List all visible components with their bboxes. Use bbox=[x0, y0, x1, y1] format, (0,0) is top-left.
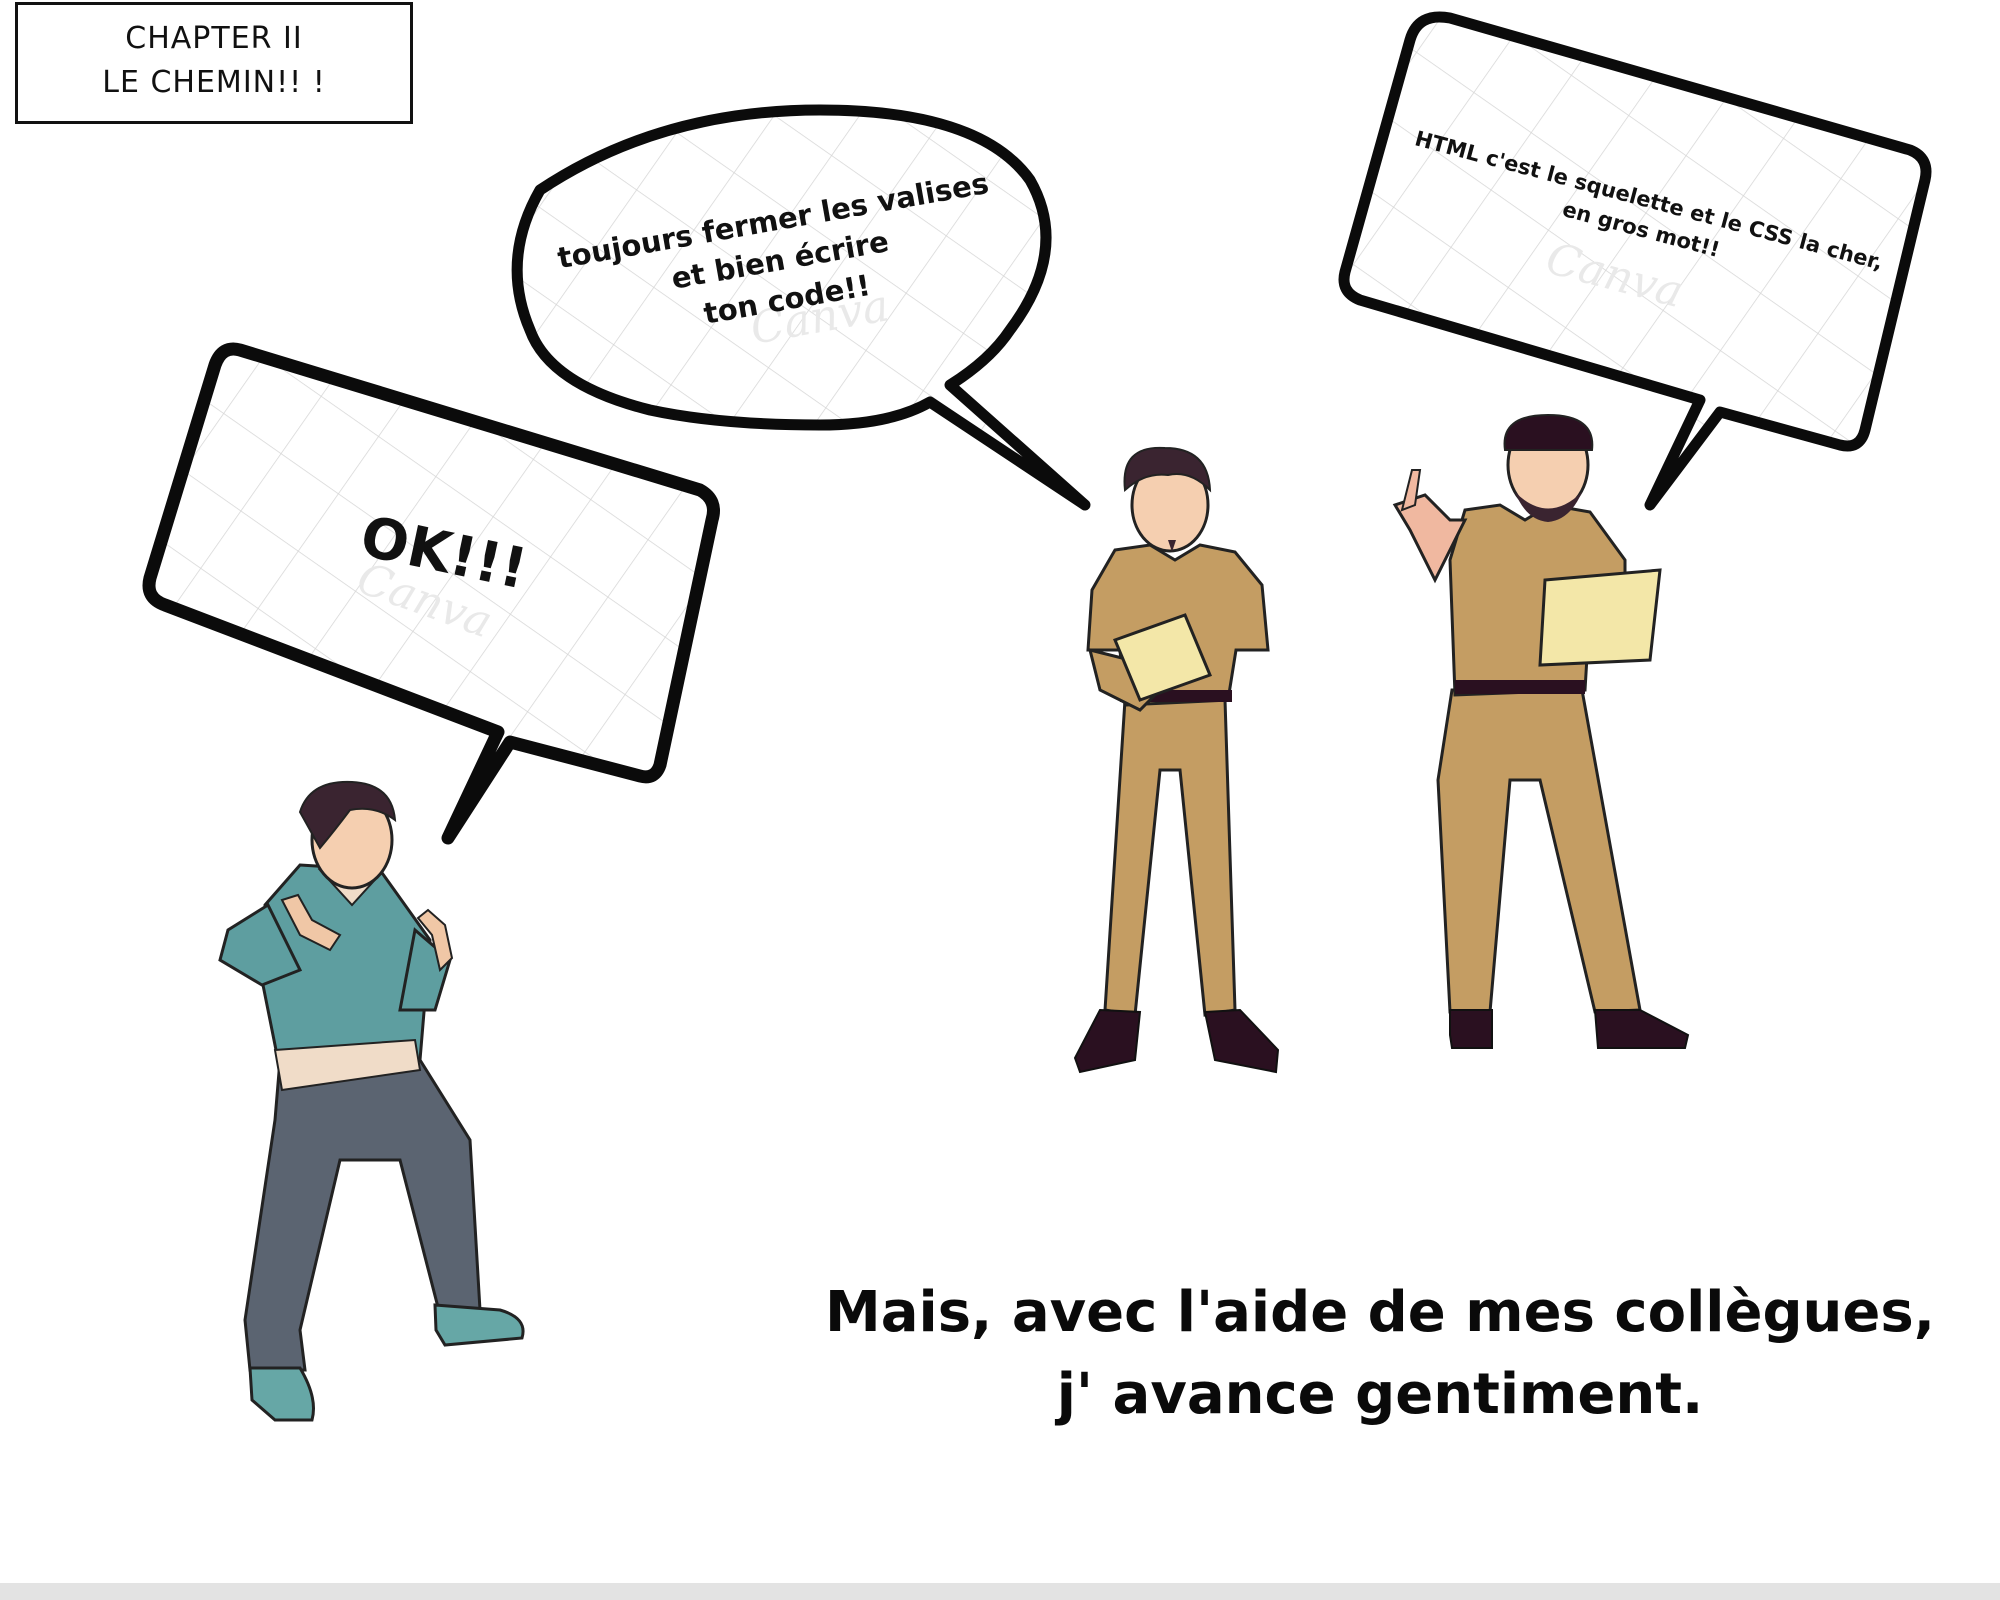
chapter-title-line2: LE CHEMIN!! ! bbox=[102, 65, 326, 100]
narration-caption: Mais, avec l'aide de mes collègues, j' a… bbox=[820, 1272, 1940, 1436]
comic-page: Canva Canva Canva CHAPTER II LE CHEMIN!!… bbox=[0, 0, 2000, 1600]
character-officer-left bbox=[1073, 446, 1280, 1074]
chapter-title-box: CHAPTER II LE CHEMIN!! ! bbox=[15, 2, 413, 124]
caption-line1: Mais, avec l'aide de mes collègues, bbox=[825, 1280, 1935, 1345]
character-officer-right bbox=[1392, 413, 1690, 1049]
caption-line2: j' avance gentiment. bbox=[1056, 1362, 1704, 1427]
character-young-man bbox=[218, 780, 525, 1422]
chapter-title-line1: CHAPTER II bbox=[125, 21, 303, 56]
